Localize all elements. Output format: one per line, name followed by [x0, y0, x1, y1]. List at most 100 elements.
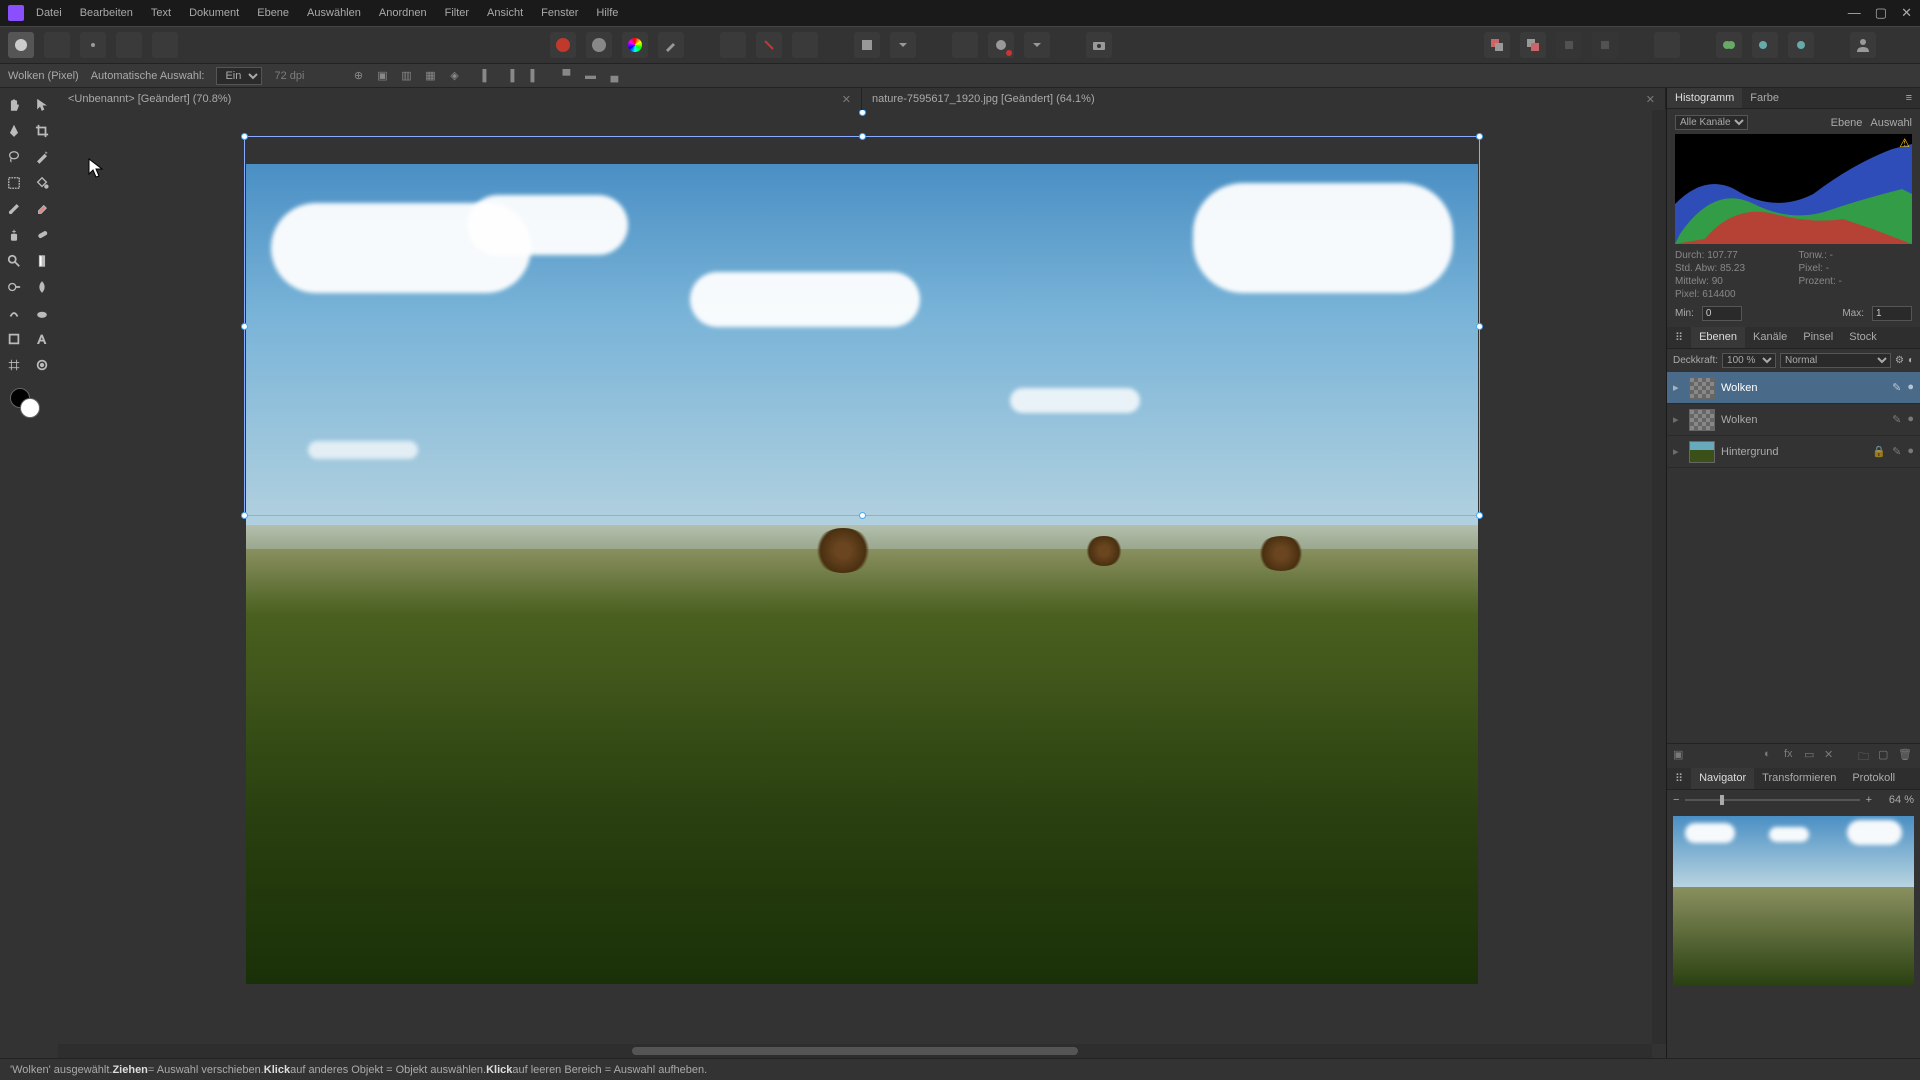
tab-layers[interactable]: Ebenen	[1691, 327, 1745, 348]
align-center-icon[interactable]: ▐	[500, 66, 520, 86]
account-icon[interactable]	[1850, 32, 1876, 58]
tab-history[interactable]: Protokoll	[1844, 768, 1903, 789]
layer-item[interactable]: ▸Wolken✎●	[1667, 372, 1920, 404]
edit-icon[interactable]: ✎	[1892, 381, 1901, 394]
arrange-4-icon[interactable]	[1592, 32, 1618, 58]
camera-icon[interactable]	[1086, 32, 1112, 58]
layer-adjustment-icon[interactable]: ◐	[1764, 748, 1780, 764]
brush-tool[interactable]	[0, 196, 28, 222]
transform-1-icon[interactable]: ▣	[372, 66, 392, 86]
chevron-right-icon[interactable]: ▸	[1673, 413, 1683, 426]
layer-add-icon[interactable]: ▢	[1878, 748, 1894, 764]
auto-select-dropdown[interactable]: Ein	[216, 67, 262, 85]
layer-thumbnail[interactable]	[1689, 409, 1715, 431]
vertical-scrollbar[interactable]	[1652, 110, 1666, 1044]
crop-tool[interactable]	[28, 118, 56, 144]
close-tab-icon[interactable]: ✕	[842, 93, 851, 106]
menu-datei[interactable]: Datei	[36, 7, 62, 19]
assist-icon[interactable]	[988, 32, 1014, 58]
lasso-tool[interactable]	[0, 144, 28, 170]
foreground-color-swatch[interactable]	[20, 398, 40, 418]
visibility-icon[interactable]: ●	[1907, 381, 1914, 394]
visibility-icon[interactable]: ●	[1907, 413, 1914, 426]
dropdown-icon[interactable]	[890, 32, 916, 58]
document-tab[interactable]: nature-7595617_1920.jpg [Geändert] (64.1…	[862, 88, 1666, 110]
clone-tool[interactable]	[0, 222, 28, 248]
align-top-icon[interactable]: ▀	[556, 66, 576, 86]
tab-navigator[interactable]: Navigator	[1691, 768, 1754, 789]
layer-mask2-icon[interactable]: ▭	[1804, 748, 1820, 764]
selection-remove-icon[interactable]	[756, 32, 782, 58]
layer-thumbnail[interactable]	[1689, 441, 1715, 463]
layer-group-icon[interactable]: 🗀	[1858, 748, 1874, 764]
export-persona-icon[interactable]	[152, 32, 178, 58]
gradient-tool[interactable]	[28, 248, 56, 274]
transform-origin-icon[interactable]: ⊕	[348, 66, 368, 86]
document-tab[interactable]: <Unbenannt> [Geändert] (70.8%)✕	[58, 88, 862, 110]
minimize-icon[interactable]: —	[1848, 5, 1861, 21]
maximize-icon[interactable]: ▢	[1875, 5, 1887, 21]
menu-ebene[interactable]: Ebene	[257, 7, 289, 19]
panel-menu-icon[interactable]: ≡	[1898, 88, 1920, 108]
assist-dropdown-icon[interactable]	[1024, 32, 1050, 58]
layer-mask-icon[interactable]: ▣	[1673, 748, 1689, 764]
menu-filter[interactable]: Filter	[445, 7, 469, 19]
navigator-preview[interactable]	[1673, 816, 1914, 986]
scope-selection[interactable]: Auswahl	[1870, 117, 1912, 129]
zoom-tool[interactable]	[0, 248, 28, 274]
picker-icon[interactable]	[658, 32, 684, 58]
text-tool[interactable]: A	[28, 326, 56, 352]
tone-persona-icon[interactable]	[116, 32, 142, 58]
visibility-icon[interactable]: ●	[1907, 445, 1914, 458]
heal-tool[interactable]	[28, 222, 56, 248]
zoom-slider[interactable]	[1685, 799, 1859, 801]
menu-hilfe[interactable]: Hilfe	[596, 7, 618, 19]
transform-3-icon[interactable]: ▦	[420, 66, 440, 86]
arrange-back-icon[interactable]	[1484, 32, 1510, 58]
boolean-intersect-icon[interactable]	[1788, 32, 1814, 58]
align-icon[interactable]	[1654, 32, 1680, 58]
selection-invert-icon[interactable]	[792, 32, 818, 58]
layer-item[interactable]: ▸Hintergrund🔒✎●	[1667, 436, 1920, 468]
smudge-tool[interactable]	[0, 300, 28, 326]
opacity-dropdown[interactable]: 100 %	[1722, 353, 1776, 368]
channel-dropdown[interactable]: Alle Kanäle	[1675, 115, 1748, 130]
gear-icon[interactable]: ⚙	[1895, 355, 1904, 366]
blend-mode-dropdown[interactable]: Normal	[1780, 353, 1891, 368]
align-bottom-icon[interactable]: ▄	[604, 66, 624, 86]
layer-thumbnail[interactable]	[1689, 377, 1715, 399]
tab-transform[interactable]: Transformieren	[1754, 768, 1844, 789]
blur-tool[interactable]	[28, 274, 56, 300]
tab-brushes[interactable]: Pinsel	[1795, 327, 1841, 348]
min-input[interactable]	[1702, 306, 1742, 321]
hand-tool[interactable]	[0, 92, 28, 118]
lock-icon[interactable]: 🔒	[1872, 445, 1886, 458]
chevron-right-icon[interactable]: ▸	[1673, 381, 1683, 394]
layer-delete-icon[interactable]: 🗑	[1898, 748, 1914, 764]
menu-auswählen[interactable]: Auswählen	[307, 7, 361, 19]
align-left-icon[interactable]: ▌	[476, 66, 496, 86]
tab-histogram[interactable]: Histogramm	[1667, 88, 1742, 108]
crop-icon[interactable]	[952, 32, 978, 58]
pen-tool[interactable]	[0, 118, 28, 144]
menu-ansicht[interactable]: Ansicht	[487, 7, 523, 19]
develop-persona-icon[interactable]	[80, 32, 106, 58]
max-input[interactable]	[1872, 306, 1912, 321]
sponge-tool[interactable]	[28, 300, 56, 326]
color-picker-tool[interactable]	[28, 352, 56, 378]
boolean-add-icon[interactable]	[1716, 32, 1742, 58]
swatch-red-icon[interactable]	[550, 32, 576, 58]
shape-tool[interactable]	[0, 326, 28, 352]
menu-anordnen[interactable]: Anordnen	[379, 7, 427, 19]
layer-item[interactable]: ▸Wolken✎●	[1667, 404, 1920, 436]
close-icon[interactable]: ✕	[1901, 5, 1912, 21]
marquee-tool[interactable]	[0, 170, 28, 196]
fx-icon[interactable]: ◐	[1908, 355, 1914, 366]
horizontal-scrollbar[interactable]	[58, 1044, 1652, 1058]
swatch-rainbow-icon[interactable]	[622, 32, 648, 58]
tab-color[interactable]: Farbe	[1742, 88, 1787, 108]
liquify-persona-icon[interactable]	[44, 32, 70, 58]
arrange-front-icon[interactable]	[1520, 32, 1546, 58]
dodge-tool[interactable]	[0, 274, 28, 300]
align-middle-icon[interactable]: ▬	[580, 66, 600, 86]
